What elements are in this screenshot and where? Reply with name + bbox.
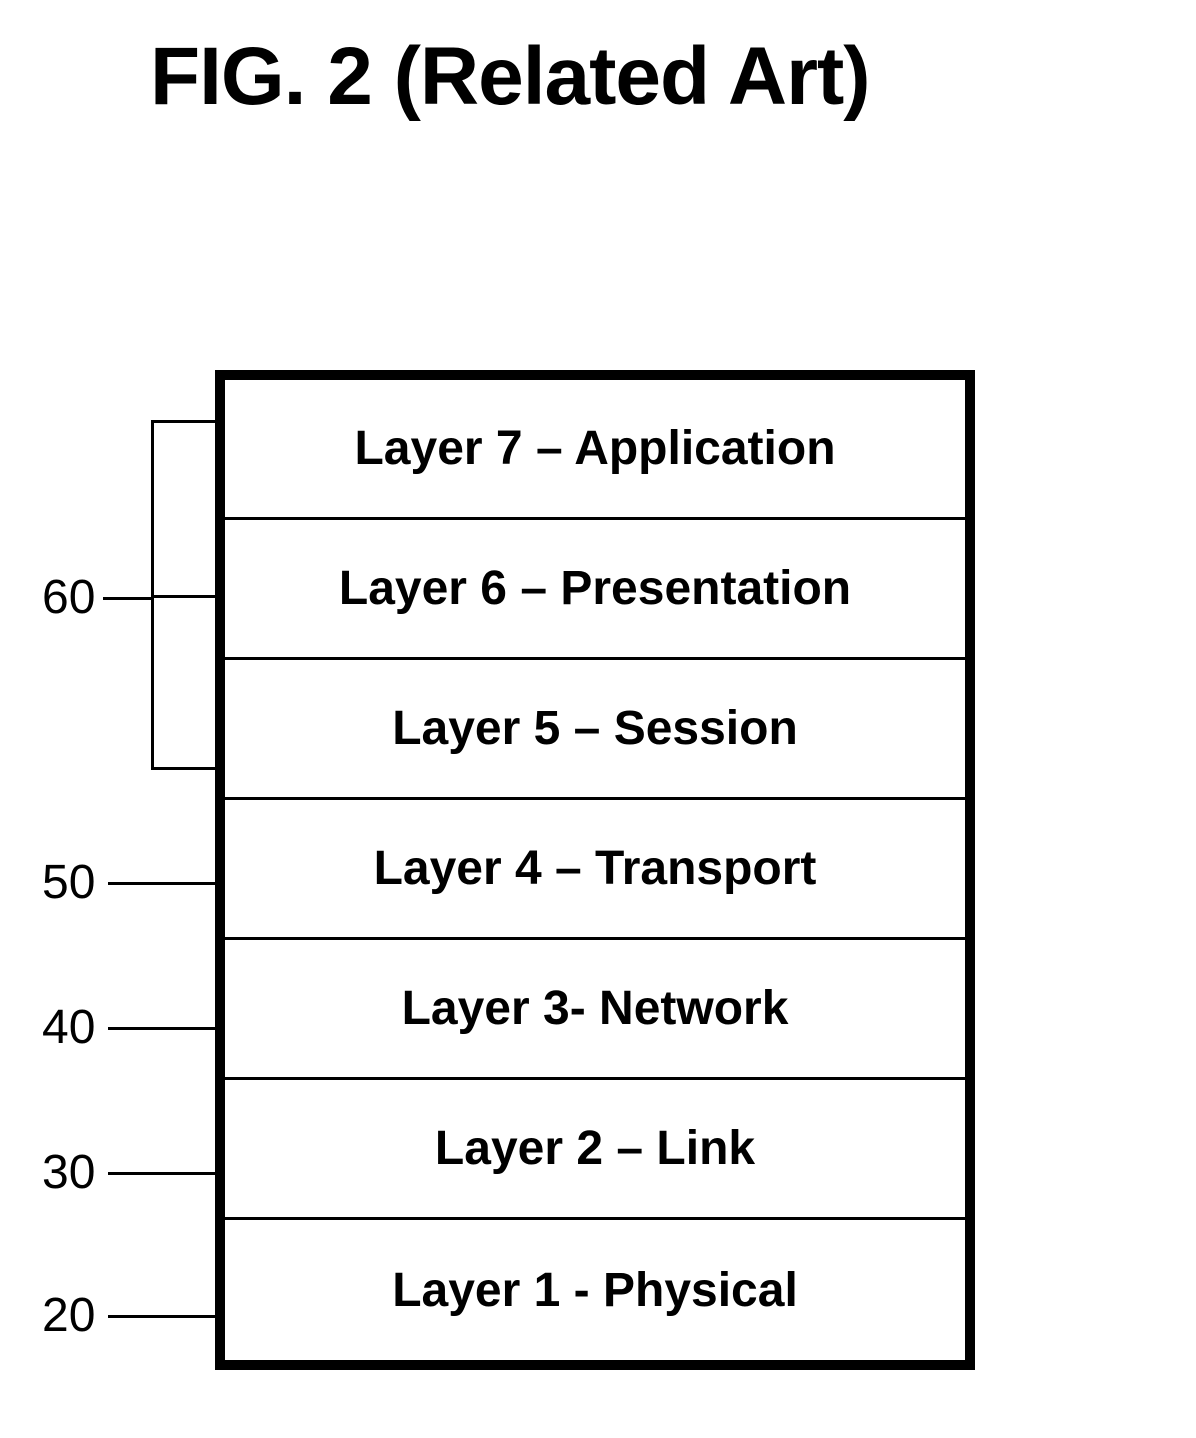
ref-20-label: 20 [42,1288,95,1343]
ref-60-bracket-h-bot [151,767,215,770]
ref-30-label: 30 [42,1145,95,1200]
layer-7-application: Layer 7 – Application [225,380,965,520]
osi-stack: Layer 7 – Application Layer 6 – Presenta… [215,370,975,1370]
layer-5-session: Layer 5 – Session [225,660,965,800]
ref-60-line [103,597,151,600]
ref-40-line [108,1027,215,1030]
ref-20-line [108,1315,215,1318]
ref-40-label: 40 [42,1000,95,1055]
ref-60-bracket-h-top [151,420,215,423]
ref-60-label: 60 [42,570,95,625]
ref-50-label: 50 [42,855,95,910]
ref-50-line [108,882,215,885]
ref-30-line [108,1172,215,1175]
layer-1-physical: Layer 1 - Physical [225,1220,965,1360]
layer-2-link: Layer 2 – Link [225,1080,965,1220]
ref-60-bracket-h-mid [151,595,215,598]
figure-title: FIG. 2 (Related Art) [150,30,870,124]
layer-3-network: Layer 3- Network [225,940,965,1080]
layer-4-transport: Layer 4 – Transport [225,800,965,940]
layer-6-presentation: Layer 6 – Presentation [225,520,965,660]
